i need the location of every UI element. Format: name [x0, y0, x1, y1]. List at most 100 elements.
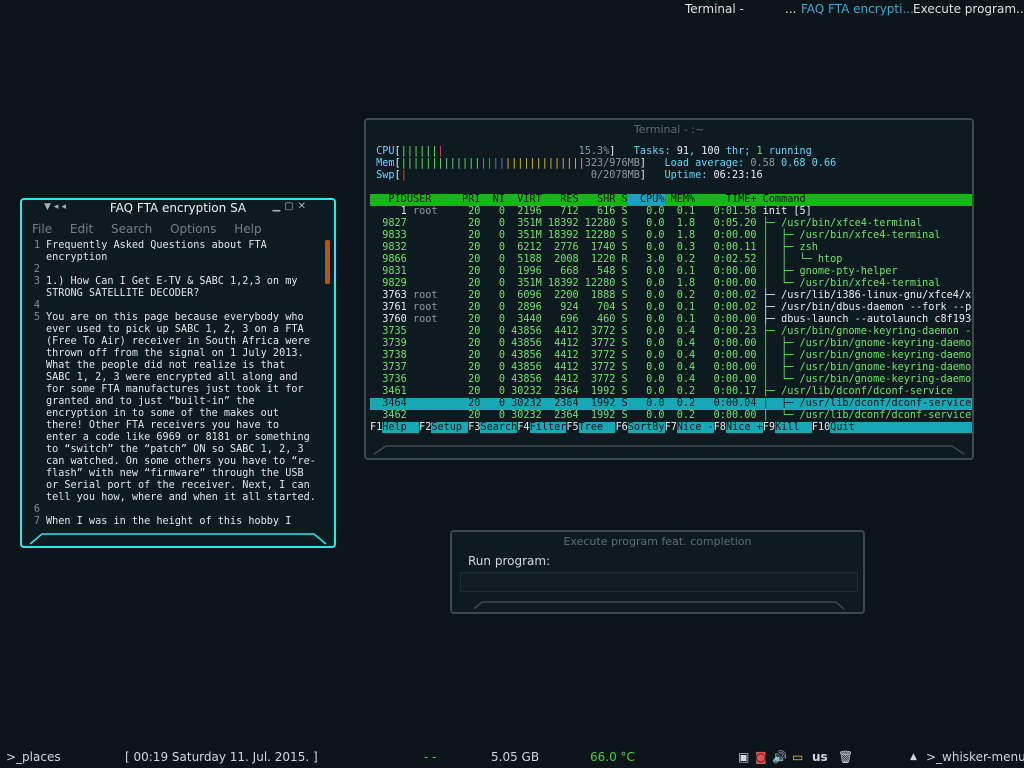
column-header-s[interactable]: S: [615, 194, 628, 205]
fkey-action-sortby[interactable]: SortBy: [627, 422, 665, 433]
process-row[interactable]: 9827 20 0 351M 18392 12280 S 0.0 1.8 0:0…: [370, 218, 972, 230]
line-number: [26, 348, 40, 360]
trash-icon[interactable]: 🗑: [838, 750, 853, 764]
cell-virt: 1996: [504, 266, 542, 277]
cell-command: │ ├─ /usr/bin/gnome-keyring-daemon -: [756, 338, 972, 349]
process-row[interactable]: 9832 20 0 6212 2776 1740 S 0.0 0.3 0:00.…: [370, 242, 972, 254]
column-header-mem-pct[interactable]: MEM%: [665, 194, 696, 205]
process-row-selected[interactable]: 3464 20 0 30232 2364 1992 S 0.0 0.2 0:00…: [370, 398, 972, 410]
fkey-action-nice[interactable]: Nice -: [676, 422, 714, 433]
places-menu[interactable]: >_places: [6, 750, 61, 764]
cell-virt: 6212: [504, 242, 542, 253]
editor-text-area[interactable]: 1 Frequently Asked Questions about FTA enc…: [26, 240, 322, 530]
cell-pri: 20: [443, 410, 481, 421]
menu-edit[interactable]: Edit: [70, 222, 93, 236]
htop-screen[interactable]: CPU[||||||| 15.3%] Tasks: 91, 100 thr; 1…: [370, 146, 972, 446]
process-row[interactable]: 9833 20 0 351M 18392 12280 S 0.0 1.8 0:0…: [370, 230, 972, 242]
process-row[interactable]: 3462 20 0 30232 2364 1992 S 0.0 0.2 0:00…: [370, 410, 972, 422]
meter-bar: [407, 170, 585, 181]
menu-file[interactable]: File: [32, 222, 52, 236]
cell-command: ├─ /usr/bin/dbus-daemon --fork --prin: [756, 302, 972, 313]
column-header-command[interactable]: Command: [757, 194, 972, 205]
fkey-action-tree[interactable]: Tree: [578, 422, 616, 433]
process-row[interactable]: 9866 20 0 5188 2008 1220 R 3.0 0.2 0:02.…: [370, 254, 972, 266]
line-number: [26, 420, 40, 432]
run-dialog-title: Execute program feat. completion: [563, 535, 752, 548]
fkey-action-kill[interactable]: Kill: [775, 422, 812, 433]
fkey-action-nice[interactable]: Nice +: [725, 422, 763, 433]
clock[interactable]: [ 00:19 Saturday 11. Jul. 2015. ]: [125, 750, 318, 764]
cell-pid: 3464: [370, 398, 407, 409]
arrow-up-icon[interactable]: ▲: [910, 752, 917, 762]
menu-search[interactable]: Search: [111, 222, 152, 236]
task-terminal[interactable]: Terminal -: [685, 2, 744, 16]
clipboard-icon[interactable]: ▣: [738, 750, 749, 764]
process-row[interactable]: 1 root 20 0 2196 712 616 S 0.0 0.1 0:01.…: [370, 206, 972, 218]
cell-pid: 3736: [370, 374, 407, 385]
cell-s: S: [615, 230, 628, 241]
menu-options[interactable]: Options: [170, 222, 216, 236]
line-text: tell you how, where and when it all star…: [46, 492, 316, 503]
cell-shr: 12280: [578, 230, 616, 241]
process-row[interactable]: 3735 20 0 43856 4412 3772 S 0.0 0.4 0:00…: [370, 326, 972, 338]
column-header-res[interactable]: RES: [542, 194, 578, 205]
meter-label: CPU: [370, 146, 395, 157]
process-row[interactable]: 3760 root 20 0 3440 696 460 S 0.0 0.1 0:…: [370, 314, 972, 326]
editor-line: to “switch” the “patch” ON so SABC 1, 2,…: [26, 444, 322, 456]
cell-cpu-pct: 0.0: [627, 302, 665, 313]
task-execute-program[interactable]: Execute program...: [913, 2, 1024, 16]
minimize-icon[interactable]: ▁: [272, 201, 284, 212]
battery-icon[interactable]: ▭: [792, 750, 803, 764]
fkey-action-setup[interactable]: Setup: [431, 422, 469, 433]
keyboard-layout[interactable]: us: [812, 750, 828, 764]
line-number: 7: [33, 516, 40, 527]
column-header-time-plus[interactable]: TIME+: [695, 194, 757, 205]
process-row[interactable]: 3461 20 0 30232 2364 1992 S 0.0 0.2 0:00…: [370, 386, 972, 398]
column-header-pid[interactable]: PID: [370, 194, 406, 205]
cell-s: S: [615, 326, 628, 337]
cell-shr: 1220: [578, 254, 616, 265]
column-header-cpu-pct[interactable]: CPU%: [627, 194, 665, 205]
cell-time-plus: 0:01.58: [695, 206, 757, 217]
column-header-pri[interactable]: PRI: [444, 194, 480, 205]
screenshot-icon[interactable]: ◙: [755, 750, 767, 764]
editor-titlebar[interactable]: ▼◂◂ FAQ FTA encryption SA ▁▢✕: [22, 200, 334, 218]
column-header-ni[interactable]: NI: [480, 194, 505, 205]
menu-help[interactable]: Help: [234, 222, 261, 236]
cell-ni: 0: [480, 302, 505, 313]
fkey-action-search[interactable]: Search: [480, 422, 518, 433]
task-faq-editor[interactable]: FAQ FTA encrypti...: [801, 2, 914, 16]
process-row[interactable]: 3739 20 0 43856 4412 3772 S 0.0 0.4 0:00…: [370, 338, 972, 350]
cell-ni: 0: [480, 314, 505, 325]
run-program-input[interactable]: [460, 572, 858, 592]
fkey-f8: F8: [713, 422, 726, 433]
fkey-action-filter[interactable]: Filter: [529, 422, 567, 433]
column-header-shr[interactable]: SHR: [579, 194, 615, 205]
editor-scrollbar[interactable]: [325, 240, 330, 284]
column-header-user[interactable]: USER: [407, 194, 444, 205]
fkey-action-quit[interactable]: Quit: [830, 422, 855, 433]
volume-icon[interactable]: 🔊: [772, 750, 787, 764]
task-ellipsis[interactable]: ...: [785, 2, 796, 16]
cell-virt: 351M: [504, 218, 542, 229]
cell-command: init [5]: [756, 206, 812, 217]
process-row[interactable]: 3738 20 0 43856 4412 3772 S 0.0 0.4 0:00…: [370, 350, 972, 362]
process-row[interactable]: 9829 20 0 351M 18392 12280 S 0.0 1.8 0:0…: [370, 278, 972, 290]
close-icon[interactable]: ✕: [298, 201, 310, 212]
cell-s: S: [615, 398, 628, 409]
fkey-action-help[interactable]: Help: [382, 422, 420, 433]
process-row[interactable]: 3737 20 0 43856 4412 3772 S 0.0 0.4 0:00…: [370, 362, 972, 374]
cell-shr: 1992: [578, 386, 616, 397]
maximize-icon[interactable]: ▢: [284, 201, 297, 212]
process-row[interactable]: 3763 root 20 0 6096 2200 1888 S 0.0 0.2 …: [370, 290, 972, 302]
cell-user: [407, 410, 444, 421]
meter-bar: ||||||: [400, 146, 438, 157]
cell-s: S: [615, 242, 628, 253]
whisker-menu[interactable]: >_whisker-menu: [926, 750, 1024, 764]
column-header-virt[interactable]: VIRT: [505, 194, 542, 205]
cell-shr: 1992: [578, 398, 616, 409]
process-row[interactable]: 3736 20 0 43856 4412 3772 S 0.0 0.4 0:00…: [370, 374, 972, 386]
process-row[interactable]: 9831 20 0 1996 668 548 S 0.0 0.1 0:00.00…: [370, 266, 972, 278]
process-row[interactable]: 3761 root 20 0 2896 924 704 S 0.0 0.1 0:…: [370, 302, 972, 314]
cell-pri: 20: [443, 218, 481, 229]
